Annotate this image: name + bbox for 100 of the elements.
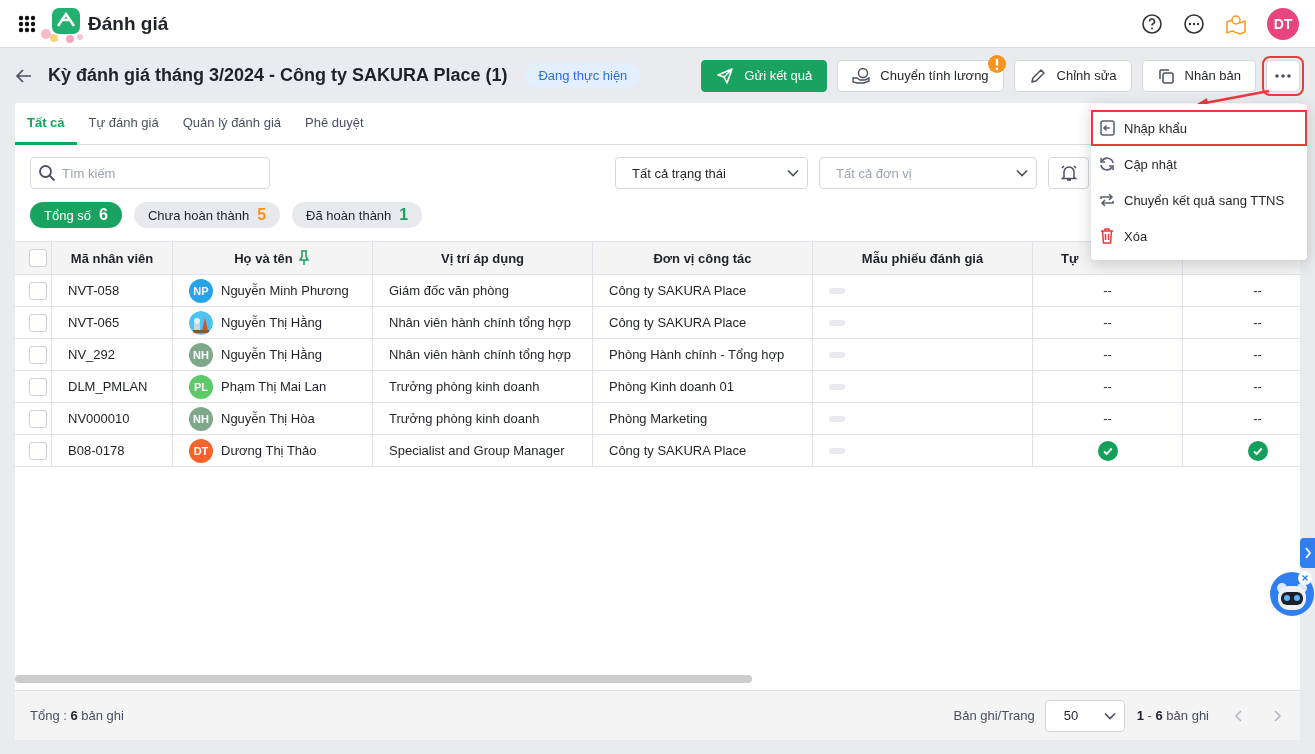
menu-item[interactable]: Nhập khẩu [1091,110,1307,146]
table-cell: Nhân viên hành chính tổng hợp [389,315,571,330]
expand-panel-button[interactable] [1300,538,1315,568]
check-circle-icon [1097,440,1118,461]
chevron-down-icon [1016,169,1028,177]
row-checkbox[interactable] [29,441,47,460]
app-title: Đánh giá [88,12,169,35]
column-header: Họ và tên [234,250,293,266]
copy-icon [1156,66,1175,85]
table-cell: Specialist and Group Manager [389,443,565,458]
money-hand-icon [852,66,871,85]
table-cell: -- [1253,315,1262,330]
select-all-checkbox[interactable] [29,249,47,267]
filter-chip[interactable]: Đã hoàn thành 1 [292,202,423,228]
column-header: Đơn vị công tác [653,250,752,266]
import-icon [1098,119,1116,137]
table-cell: DLM_PMLAN [68,379,148,394]
search-icon [38,164,56,182]
per-page-label: Bản ghi/Trang [953,708,1035,723]
tab[interactable]: Quản lý đánh giá [170,103,293,145]
page-title: Kỳ đánh giá tháng 3/2024 - Công ty SAKURA Place (1) [48,65,508,86]
avatar: NP [189,278,213,303]
check-circle-icon [1247,440,1268,461]
table-cell: B08-0178 [68,443,125,458]
scrollbar-thumb[interactable] [15,675,752,683]
refresh-icon [1098,155,1116,173]
back-arrow-icon[interactable] [15,66,33,85]
avatar: DT [189,438,213,463]
status-badge: Đang thực hiện [525,63,641,88]
table-cell: Công ty SAKURA Place [609,283,747,298]
avatar: NH [189,342,213,367]
table-cell: -- [1103,347,1112,362]
table-cell: -- [1253,347,1262,362]
table-cell: -- [1253,283,1262,298]
avatar: NH [189,406,213,431]
chevron-right-icon [1303,547,1312,559]
user-avatar[interactable]: DT [1267,7,1299,40]
table-cell: Giám đốc văn phòng [389,283,509,298]
help-icon[interactable] [1141,12,1163,35]
robot-assistant-icon[interactable] [1270,572,1314,616]
column-header: Vị trí áp dụng [440,250,525,266]
row-checkbox[interactable] [29,345,47,364]
table-cell: NV_292 [68,347,115,362]
column-header: Tự [1061,250,1079,266]
table-cell: -- [1103,379,1112,394]
table-cell: Nhân viên hành chính tổng hợp [389,347,571,362]
table-cell: Nguyễn Thị Hằng [221,315,322,330]
table-cell: -- [1253,379,1262,394]
table-cell: Trưởng phòng kinh doanh [389,411,540,426]
table-cell: Trưởng phòng kinh doanh [389,379,540,394]
search-field[interactable]: Tìm kiếm [30,157,270,189]
bell-icon [1058,163,1079,183]
action-button[interactable]: Nhân bản [1141,59,1256,92]
table-cell: Dương Thị Thảo [221,443,317,458]
chip-count: 6 [99,206,108,224]
filter-chip[interactable]: Chưa hoàn thành 5 [133,202,281,228]
tab[interactable]: Phê duyệt [293,103,376,145]
column-header: Mã nhân viên [70,250,154,266]
more-icon [1275,73,1291,78]
menu-item[interactable]: Cập nhật [1091,146,1307,182]
table-cell: NV000010 [68,411,130,426]
pencil-icon [1028,66,1047,85]
chevron-down-icon [787,169,799,177]
table-cell: Nguyễn Thị Hằng [221,347,322,362]
close-icon[interactable] [1298,571,1312,585]
per-page-dropdown[interactable]: 50 [1044,699,1125,732]
table-cell: Công ty SAKURA Place [609,443,747,458]
table-cell: -- [1103,283,1112,298]
row-checkbox[interactable] [29,313,47,332]
filter-dropdown[interactable]: Tất cả trạng thái [615,157,808,189]
table-cell: Công ty SAKURA Place [609,315,747,330]
action-button[interactable]: Chỉnh sửa [1013,59,1132,92]
transfer-icon [1098,191,1116,209]
menu-item[interactable]: Xóa [1091,218,1307,254]
more-icon[interactable] [1183,12,1205,35]
table-cell: Phòng Hành chính - Tổng hợp [609,347,785,362]
table-cell: Phòng Kinh doanh 01 [609,379,735,394]
total-records: Tổng : 6 bản ghi [30,708,124,723]
chevron-down-icon [1103,711,1116,720]
apps-menu-icon[interactable] [18,14,36,33]
row-checkbox[interactable] [29,377,47,396]
tab[interactable]: Tự đánh giá [76,103,171,145]
record-range: 1 - 6 bản ghi [1136,708,1209,723]
chip-count: 1 [399,206,409,224]
table-cell: -- [1103,315,1112,330]
column-header: Mẫu phiếu đánh giá [861,250,984,266]
lightbulb-map-icon[interactable] [1225,12,1247,35]
row-checkbox[interactable] [29,281,47,300]
table-cell: Phòng Marketing [609,411,708,426]
chip-count: 5 [257,206,267,224]
table-cell: -- [1253,411,1262,426]
table-cell: NVT-058 [68,283,120,298]
trash-icon [1098,227,1116,245]
table-cell: Nguyễn Thị Hòa [221,411,315,426]
pin-icon[interactable] [296,250,311,266]
table-cell: Phạm Thị Mai Lan [221,379,327,394]
notification-button[interactable] [1048,157,1089,189]
menu-item[interactable]: Chuyển kết quả sang TTNS [1091,182,1307,218]
avatar: PL [189,374,213,399]
row-checkbox[interactable] [29,409,47,428]
